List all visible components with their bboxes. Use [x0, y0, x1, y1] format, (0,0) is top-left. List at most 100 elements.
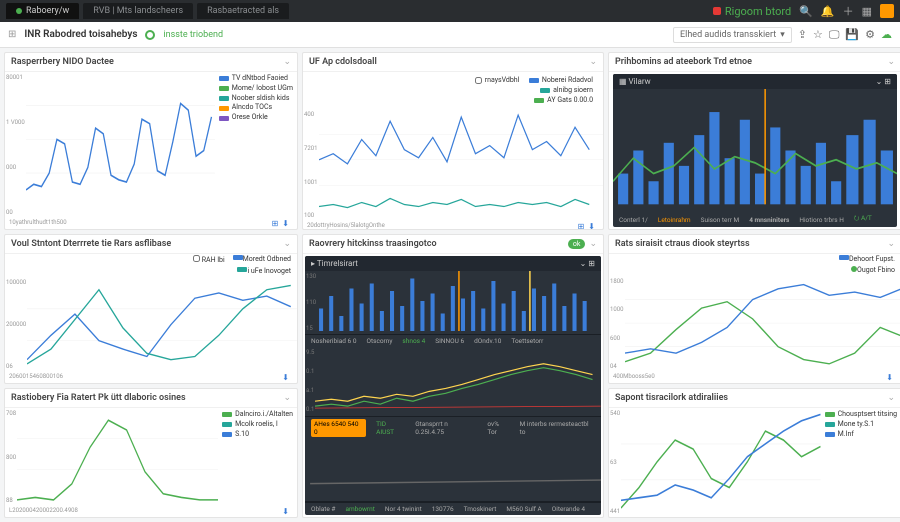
zoom-icon[interactable]: ⊞	[272, 219, 279, 228]
search-icon[interactable]: 🔍	[799, 5, 813, 18]
bell-icon[interactable]: 🔔	[821, 5, 835, 18]
legend: Chousptsert titsing Mone ty.S.1 M.Inf	[821, 408, 900, 517]
avatar[interactable]	[880, 4, 894, 18]
y-axis: 10000020000006	[5, 277, 27, 372]
legend-checkbox[interactable]	[475, 77, 482, 84]
expand-icon[interactable]: ⌄	[589, 239, 597, 249]
y-axis: 70880088	[5, 408, 17, 506]
panel-raspberry-dactee: Rasperrbery NIDO Dactee ⌄ 800011 V0000000…	[4, 52, 298, 230]
download-icon[interactable]: ⬇	[282, 219, 289, 228]
chart	[319, 109, 604, 221]
y-axis: 40072011001100	[303, 109, 319, 221]
page-header: ⊞ INR Rabodred toisahebys insste trioben…	[0, 22, 900, 48]
panel-uf-ap: UF Ap cdolsdoall ⌄ rnaysVdbhl Noberei Rda…	[302, 52, 604, 230]
panel-title: Rats siraisit ctraus diook steyrtss	[615, 239, 750, 249]
y-axis: 800011 V00000000	[5, 72, 26, 218]
cloud-icon[interactable]: ☁	[881, 28, 892, 41]
chart	[625, 276, 900, 372]
panel-sapont: Sapont tisracilork atdiraliies ⌄ 54063441…	[608, 388, 900, 518]
download-icon[interactable]: ⬇	[282, 507, 289, 516]
tab-label: RVB | Mts landscheers	[93, 6, 183, 16]
tab-label: Raboery/w	[26, 6, 69, 16]
chart	[621, 408, 820, 517]
download-icon[interactable]: ⬇	[282, 373, 289, 382]
plus-icon[interactable]: ＋	[843, 3, 854, 19]
expand-icon[interactable]: ⌄	[283, 57, 291, 67]
download-icon[interactable]: ⬇	[886, 373, 893, 382]
tab-1[interactable]: Raboery/w	[6, 3, 79, 19]
panel-title: Voul Stntont Dterrrete tie Rars asflibas…	[11, 239, 171, 249]
panel-title: Rasperrbery NIDO Dactee	[11, 57, 114, 67]
status-badge: ok	[568, 239, 586, 249]
download-icon[interactable]: ⬇	[588, 222, 595, 230]
monitor-icon[interactable]: 🖵	[829, 28, 840, 42]
y-axis: 54063441	[609, 408, 621, 517]
y-axis: 1800100060004	[609, 276, 625, 372]
tab-label: Rasbaetracted als	[207, 6, 279, 16]
panel-title: Prihbomins ad ateebork Trd etnoe	[615, 57, 752, 67]
x-axis: 2060015460800106⬇	[5, 372, 297, 383]
x-axis: 10yathrulthudt1th500⊞⬇	[5, 218, 297, 229]
dropdown-label: Elhed audids transskiert	[680, 30, 776, 40]
legend: RAH lbi Moredt Odbned	[5, 254, 297, 267]
expand-icon[interactable]: ⌄	[887, 57, 895, 67]
org-button[interactable]: Rigoom btord	[713, 5, 791, 18]
legend: Dalnciro.i./Altalten Mcolk roelis, l S.1…	[218, 408, 297, 506]
panel-raovrery: Raovrery hitckinss traasingotco ok⌄ ▸ Tim…	[302, 234, 604, 518]
expand-icon[interactable]: ⌄	[283, 393, 291, 403]
page-title: INR Rabodred toisahebys	[24, 29, 137, 40]
chart	[613, 89, 897, 212]
panel-rastiobery-fia: Rastiobery Fia Ratert Pk ütt dlaboric os…	[4, 388, 298, 518]
legend: TV dNtbod Faoied Mome/ lobost UGm Noober…	[215, 72, 297, 218]
topbar: Raboery/w RVB | Mts landscheers Rasbaetr…	[0, 0, 900, 22]
header-toolbar: Elhed audids transskiert ▾ ⇪ ☆ 🖵 💾 ⚙ ☁	[673, 27, 892, 43]
page-subtitle: insste triobend	[163, 30, 223, 40]
expand-icon[interactable]: ⌄	[589, 57, 597, 67]
section-title: ▸ Timrelsirart	[311, 259, 358, 268]
chart-bottom	[305, 439, 601, 503]
zoom-icon[interactable]: ⊞	[578, 222, 585, 230]
panel-title: Sapont tisracilork atdiraliies	[615, 393, 728, 403]
dashboard-grid: Rasperrbery NIDO Dactee ⌄ 800011 V0000000…	[0, 48, 900, 522]
dark-container: ▸ Timrelsirart ⌄ ⊞ 13011015 Nosheribiad 6…	[305, 256, 601, 515]
subpanel-footer: Conterl 1/ Letoinrahm Suison terr M 4 mn…	[613, 212, 897, 227]
panel-voul-stntont: Voul Stntont Dterrrete tie Rars asflibas…	[4, 234, 298, 384]
org-label: Rigoom btord	[725, 5, 791, 18]
chevron-down-icon: ▾	[780, 30, 785, 40]
panel-prihbomins: Prihbomins ad ateebork Trd etnoe ⌄ ▦ Vila…	[608, 52, 900, 230]
subpanel-controls[interactable]: ⌄ ⊞	[876, 77, 891, 86]
legend: Dehoort Fupst.	[609, 254, 900, 266]
section-controls[interactable]: ⌄ ⊞	[580, 259, 595, 268]
legend-top: rnaysVdbhl Noberei Rdadvol alnibg sioern…	[303, 72, 603, 109]
star-icon[interactable]: ☆	[813, 28, 823, 41]
topbar-right: Rigoom btord 🔍 🔔 ＋ ▦	[713, 3, 894, 19]
chart	[26, 72, 215, 218]
save-icon[interactable]: 💾	[845, 28, 859, 41]
chart-mid: 9.50.1a.10.1	[305, 347, 601, 417]
x-axis: 400Mbooss5e0⬇	[609, 372, 900, 383]
expand-icon[interactable]: ⌄	[887, 239, 895, 249]
panel-title: UF Ap cdolsdoall	[309, 57, 377, 67]
x-axis: L202000420002200.4908⬇	[5, 506, 297, 517]
chart-top: 13011015	[305, 271, 601, 335]
gear-icon[interactable]: ⚙	[865, 28, 875, 41]
legend-checkbox[interactable]	[193, 255, 200, 262]
panel-title: Raovrery hitckinss traasingotco	[309, 239, 437, 249]
tab-3[interactable]: Rasbaetracted als	[197, 3, 289, 19]
subpanel-title: ▦ Vilarw	[619, 77, 651, 86]
stats-row-1: Nosheribiad 6 0Otscornyshnos 4SINNOU 6dO…	[305, 335, 601, 347]
status-dot-icon	[16, 8, 22, 14]
chart	[17, 408, 218, 506]
org-icon	[713, 7, 721, 15]
time-range-dropdown[interactable]: Elhed audids transskiert ▾	[673, 27, 792, 43]
tab-2[interactable]: RVB | Mts landscheers	[83, 3, 193, 19]
back-icon[interactable]: ⊞	[8, 29, 16, 40]
expand-icon[interactable]: ⌄	[283, 239, 291, 249]
stats-row-2: AHes 6540 540 0TID AIUSTGtansprrt n 0.25…	[305, 417, 601, 439]
footer-row: Oblate #ambowrntNor 4 twinint130776Tmosk…	[305, 502, 601, 515]
share-icon[interactable]: ⇪	[798, 28, 807, 41]
status-icon	[145, 30, 155, 40]
grid-icon[interactable]: ▦	[862, 5, 872, 18]
expand-icon[interactable]: ⌄	[887, 393, 895, 403]
dark-subpanel: ▦ Vilarw ⌄ ⊞ Conterl 1/ Letoinrahm Suison…	[613, 74, 897, 227]
